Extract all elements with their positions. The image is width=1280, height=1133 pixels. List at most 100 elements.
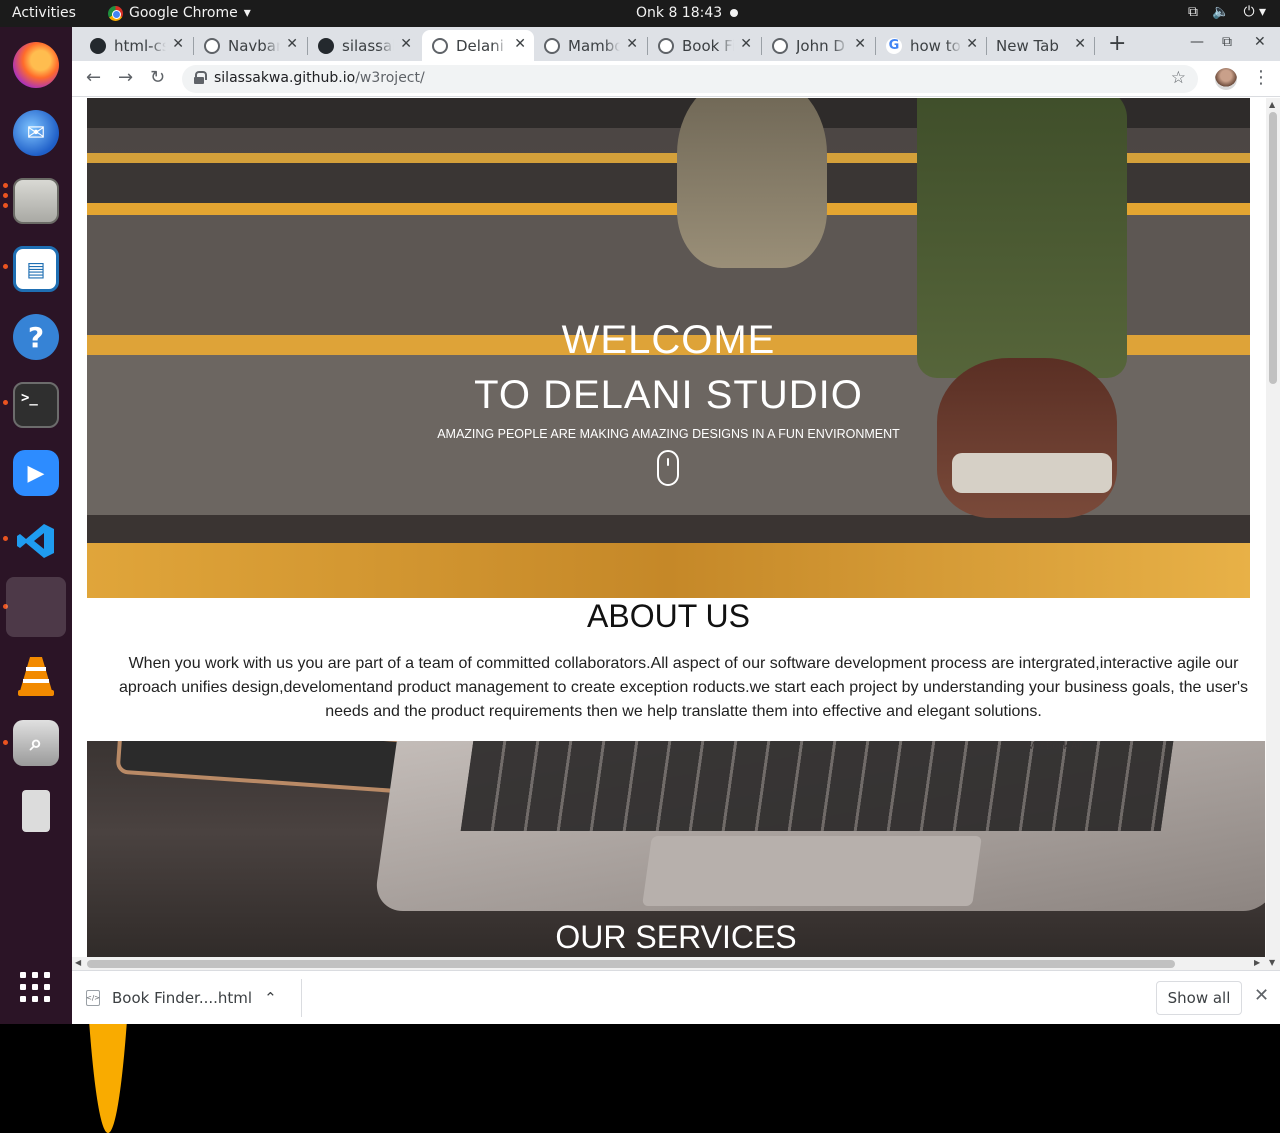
tab-navbar[interactable]: Navbar ✕ bbox=[194, 30, 306, 61]
dock-vscode[interactable] bbox=[6, 511, 66, 571]
dock-files[interactable] bbox=[6, 171, 66, 231]
scroll-left-icon[interactable]: ◀ bbox=[75, 958, 81, 967]
reload-button[interactable]: ↻ bbox=[150, 67, 165, 88]
network-icon[interactable]: ⧉ bbox=[1188, 4, 1198, 20]
close-icon[interactable]: ✕ bbox=[286, 36, 298, 52]
html-file-icon: </> bbox=[86, 990, 100, 1006]
forward-button[interactable]: → bbox=[118, 67, 133, 88]
tab-html-css[interactable]: html-css ✕ bbox=[80, 30, 192, 61]
about-text: When you work with us you are part of a … bbox=[118, 655, 1249, 720]
back-button[interactable]: ← bbox=[86, 67, 101, 88]
scroll-mouse-icon[interactable] bbox=[657, 450, 679, 486]
dock-firefox[interactable] bbox=[6, 35, 66, 95]
tab-how-to[interactable]: G how to ✕ bbox=[876, 30, 986, 61]
dock-zoom[interactable]: ▶ bbox=[6, 443, 66, 503]
horizontal-scrollbar[interactable]: ◀ ▶ bbox=[72, 957, 1266, 970]
scroll-down-icon[interactable]: ▼ bbox=[1269, 958, 1275, 967]
shoe-sole bbox=[952, 453, 1112, 493]
minimize-button[interactable]: — bbox=[1190, 34, 1204, 50]
vertical-scrollbar[interactable]: ▲ ▼ bbox=[1266, 98, 1280, 970]
url-path: /w3roject/ bbox=[355, 70, 425, 86]
tab-label: how to bbox=[910, 36, 961, 55]
globe-icon bbox=[772, 37, 788, 54]
dock-usb-drive[interactable] bbox=[6, 781, 66, 841]
close-icon[interactable]: ✕ bbox=[514, 36, 526, 52]
tab-mambo[interactable]: Mambo ✕ bbox=[534, 30, 646, 61]
dock: ✉ ▤ ? >_ ▶ ⌕ bbox=[0, 27, 138, 1133]
close-icon[interactable]: ✕ bbox=[1074, 36, 1086, 52]
stair-shadow bbox=[87, 515, 1250, 543]
close-icon[interactable]: ✕ bbox=[966, 36, 978, 52]
tab-new-tab[interactable]: New Tab ✕ bbox=[986, 30, 1094, 61]
close-icon[interactable]: ✕ bbox=[172, 36, 184, 52]
show-all-button[interactable]: Show all bbox=[1156, 981, 1242, 1015]
clock[interactable]: Onk 8 18:43 bbox=[636, 5, 722, 21]
power-icon[interactable]: ⏻ ▾ bbox=[1243, 4, 1266, 20]
scrollbar-thumb[interactable] bbox=[1269, 112, 1277, 384]
hero-title-line2: TO DELANI STUDIO bbox=[474, 373, 863, 417]
files-icon bbox=[13, 178, 59, 224]
about-title: ABOUT US bbox=[587, 598, 750, 634]
page-viewport: WELCOME TO DELANI STUDIO AMAZING PEOPLE … bbox=[72, 98, 1280, 970]
globe-icon bbox=[432, 37, 448, 54]
chevron-up-icon[interactable]: ⌃ bbox=[264, 989, 277, 1007]
dock-writer[interactable]: ▤ bbox=[6, 239, 66, 299]
system-top-bar: Activities Google Chrome ▾ Onk 8 18:43 ⧉… bbox=[0, 0, 1280, 27]
tab-label: silassakwa bbox=[342, 36, 394, 55]
download-item[interactable]: </> Book Finder....html ⌃ bbox=[86, 983, 277, 1013]
writer-icon: ▤ bbox=[13, 246, 59, 292]
scroll-right-icon[interactable]: ▶ bbox=[1254, 958, 1260, 967]
window-close-button[interactable]: ✕ bbox=[1254, 34, 1266, 50]
tab-label: html-css bbox=[114, 36, 166, 55]
dock-vlc[interactable] bbox=[6, 645, 66, 705]
hero-section: WELCOME TO DELANI STUDIO AMAZING PEOPLE … bbox=[87, 98, 1250, 598]
tab-label: Mambo bbox=[568, 36, 620, 55]
tab-john-d[interactable]: John D ✕ bbox=[762, 30, 874, 61]
menu-kebab-icon[interactable]: ⋮ bbox=[1252, 67, 1270, 88]
vlc-icon bbox=[13, 652, 59, 698]
app-menu-label: Google Chrome bbox=[129, 5, 238, 21]
tab-book-finder[interactable]: Book Finder ✕ bbox=[648, 30, 760, 61]
bookmark-star-icon[interactable]: ☆ bbox=[1171, 68, 1186, 88]
globe-icon bbox=[544, 37, 560, 54]
tab-label: New Tab bbox=[996, 36, 1059, 55]
download-bar: </> Book Finder....html ⌃ Show all ✕ bbox=[72, 970, 1280, 1024]
dock-terminal[interactable]: >_ bbox=[6, 375, 66, 435]
services-section: MacBook Air OUR SERVICES bbox=[87, 741, 1265, 970]
firefox-icon bbox=[13, 42, 59, 88]
laptop-trackpad bbox=[642, 836, 982, 906]
close-icon[interactable]: ✕ bbox=[400, 36, 412, 52]
close-icon[interactable]: ✕ bbox=[854, 36, 866, 52]
close-icon[interactable]: ✕ bbox=[1254, 985, 1269, 1006]
volume-icon[interactable]: 🔈 bbox=[1212, 4, 1229, 20]
new-tab-button[interactable]: + bbox=[1108, 31, 1126, 56]
thunderbird-icon: ✉ bbox=[13, 110, 59, 156]
tab-delani[interactable]: Delani ✕ bbox=[422, 30, 534, 61]
caret-down-icon: ▾ bbox=[243, 5, 251, 21]
profile-avatar[interactable] bbox=[1215, 68, 1237, 90]
app-menu[interactable]: Google Chrome ▾ bbox=[108, 5, 251, 21]
activities-button[interactable]: Activities bbox=[12, 5, 76, 21]
divider bbox=[301, 979, 302, 1017]
close-icon[interactable]: ✕ bbox=[740, 36, 752, 52]
show-applications-icon[interactable] bbox=[20, 972, 50, 1002]
url-text[interactable]: silassakwa.github.io/w3roject/ bbox=[214, 70, 425, 86]
download-filename: Book Finder....html bbox=[112, 989, 253, 1007]
close-icon[interactable]: ✕ bbox=[626, 36, 638, 52]
help-icon: ? bbox=[13, 314, 59, 360]
system-tray[interactable]: ⧉ 🔈 ⏻ ▾ bbox=[1188, 4, 1266, 20]
tab-label: John D bbox=[796, 36, 845, 55]
google-icon: G bbox=[886, 37, 902, 54]
dock-image-viewer[interactable]: ⌕ bbox=[6, 713, 66, 773]
scroll-up-icon[interactable]: ▲ bbox=[1269, 100, 1275, 109]
restore-button[interactable]: ⧉ bbox=[1222, 34, 1232, 50]
tab-silassakwa[interactable]: silassakwa ✕ bbox=[308, 30, 420, 61]
globe-icon bbox=[204, 37, 220, 54]
dock-help[interactable]: ? bbox=[6, 307, 66, 367]
lock-icon[interactable] bbox=[194, 71, 207, 84]
dock-thunderbird[interactable]: ✉ bbox=[6, 103, 66, 163]
address-bar[interactable]: silassakwa.github.io/w3roject/ ☆ bbox=[182, 65, 1198, 93]
github-icon bbox=[318, 37, 334, 54]
dock-chrome[interactable] bbox=[6, 135, 138, 1133]
scrollbar-thumb[interactable] bbox=[87, 960, 1175, 968]
